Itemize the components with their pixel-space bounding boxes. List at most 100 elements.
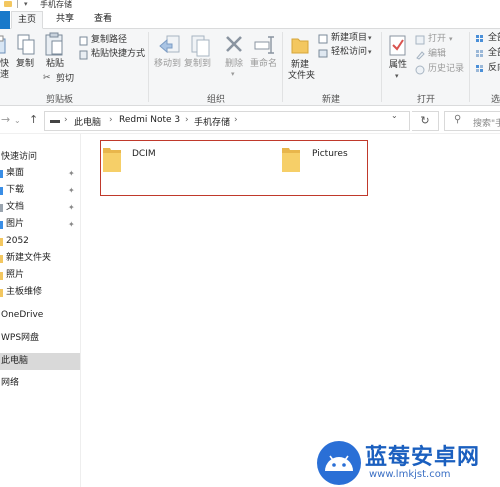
group-label-new: 新建 [322, 95, 341, 105]
window-title: 手机存储 [40, 0, 72, 9]
folder-name: DCIM [132, 149, 156, 159]
folder-item-dcim[interactable]: DCIM [102, 145, 262, 177]
delete-x-icon [226, 36, 242, 52]
new-item-icon [318, 34, 328, 44]
folder-icon [282, 148, 300, 172]
breadcrumb-this-pc[interactable]: 此电脑 [74, 115, 101, 128]
folder-icon [0, 272, 3, 280]
copy-icon [17, 34, 35, 55]
group-label-open: 打开 [417, 95, 436, 105]
tab-share[interactable]: 共享 [54, 11, 76, 29]
sidebar-item-pictures[interactable]: 图片 ✦ [0, 216, 80, 233]
pin-icon[interactable]: ✦ [68, 182, 75, 199]
breadcrumb-chevron-icon[interactable]: › [64, 115, 68, 125]
folder-icon [4, 1, 12, 7]
sidebar-item-onedrive[interactable]: OneDrive [0, 307, 80, 324]
group-label-clipboard: 剪贴板 [46, 95, 74, 105]
breadcrumb-chevron-icon[interactable]: › [185, 115, 189, 125]
pin-icon [0, 35, 6, 54]
chevron-down-icon: ▾ [395, 72, 399, 80]
invert-selection-icon [476, 65, 483, 72]
easy-access-icon [318, 49, 328, 58]
breadcrumb-phone-storage[interactable]: 手机存储 [194, 115, 230, 128]
copy-path-icon [79, 36, 88, 46]
android-logo-icon [317, 441, 361, 485]
address-row: → ⌄ ↑ › 此电脑 › Redmi Note 3 › 手机存储 › ⌄ ↻ … [0, 107, 500, 134]
refresh-button[interactable]: ↻ [412, 111, 439, 131]
breadcrumb-chevron-icon[interactable]: › [109, 115, 113, 125]
scissors-icon: ✂ [43, 73, 51, 83]
chevron-down-icon: ▾ [231, 70, 235, 78]
history-icon [415, 65, 425, 75]
group-label-organize: 组织 [207, 95, 226, 105]
folder-icon [0, 238, 3, 246]
tab-file[interactable] [0, 11, 10, 29]
folder-name: Pictures [312, 149, 348, 159]
up-arrow-icon[interactable]: ↑ [29, 114, 38, 126]
rename-icon [254, 36, 274, 54]
title-bar: | ▾ 手机存储 [0, 0, 500, 10]
ribbon-divider [381, 32, 382, 102]
folder-icon [103, 148, 121, 172]
chevron-down-icon: ▾ [368, 48, 372, 56]
breadcrumb-redmi-note-3[interactable]: Redmi Note 3 [119, 115, 180, 125]
tab-view[interactable]: 查看 [92, 11, 114, 29]
sidebar-item-documents[interactable]: 文档 ✦ [0, 199, 80, 216]
watermark-brand: 蓝莓安卓网 [365, 445, 481, 470]
sidebar-item-downloads[interactable]: 下载 ✦ [0, 182, 80, 199]
group-label-select: 选 [491, 95, 500, 105]
document-icon [0, 204, 3, 212]
folder-item-pictures[interactable]: Pictures [281, 145, 366, 177]
address-bar[interactable]: › 此电脑 › Redmi Note 3 › 手机存储 › [44, 111, 410, 131]
chevron-down-icon: ▾ [368, 34, 372, 42]
ribbon-divider [469, 32, 470, 102]
new-folder-icon [291, 38, 309, 54]
sidebar-item-2052[interactable]: 2052 [0, 233, 80, 250]
paste-icon [45, 32, 63, 56]
sidebar-item-quick-access[interactable]: 快速访问 [0, 149, 80, 166]
pin-icon[interactable]: ✦ [68, 199, 75, 216]
breadcrumb-chevron-icon[interactable]: › [234, 115, 238, 125]
forward-arrow-icon[interactable]: → [1, 114, 10, 126]
download-icon [0, 187, 3, 195]
folder-icon [0, 289, 3, 297]
pin-icon[interactable]: ✦ [68, 216, 75, 233]
ribbon-tabs: 主页 共享 查看 [0, 10, 500, 29]
search-icon: ⚲ [454, 114, 462, 125]
pin-icon[interactable]: ✦ [68, 165, 75, 182]
search-input[interactable]: ⚲ 搜索"手 [444, 111, 500, 131]
tab-home[interactable]: 主页 [11, 11, 43, 29]
chevron-down-icon[interactable]: ▾ [24, 0, 28, 8]
select-none-icon [476, 50, 483, 57]
refresh-icon: ↻ [420, 114, 430, 127]
search-placeholder: 搜索"手 [473, 119, 500, 129]
ribbon: 快 速 复制 粘贴 复制路径 粘贴快捷方式 ✂ 剪切 剪贴板 移动到 复制到 删… [0, 29, 500, 106]
desktop-icon [0, 170, 3, 178]
open-icon [415, 35, 425, 45]
sidebar-item-photos[interactable]: 照片 [0, 267, 80, 284]
watermark-url: www.lmkjst.com [369, 469, 451, 480]
watermark: 蓝莓安卓网 www.lmkjst.com [315, 437, 500, 487]
paste-shortcut-icon [79, 50, 88, 60]
edit-icon [416, 51, 425, 60]
device-icon [50, 120, 60, 123]
address-dropdown-icon[interactable]: ⌄ [391, 111, 398, 120]
move-to-icon [159, 35, 180, 54]
sidebar-item-desktop[interactable]: 桌面 ✦ [0, 165, 80, 182]
sidebar-item-board-repair[interactable]: 主板维修 [0, 284, 80, 301]
copy-to-icon [191, 35, 210, 57]
chevron-down-icon[interactable]: ⌄ [14, 115, 21, 127]
select-all-icon [476, 35, 483, 42]
sidebar-item-wps-cloud[interactable]: WPS网盘 [0, 330, 80, 347]
properties-check-icon [389, 35, 406, 56]
chevron-down-icon: ▾ [449, 35, 453, 43]
quick-access-separator: | [16, 0, 19, 8]
picture-icon [0, 221, 3, 229]
sidebar-item-new-folder[interactable]: 新建文件夹 [0, 250, 80, 267]
sidebar-item-this-pc[interactable]: 此电脑 [0, 353, 80, 370]
navigation-pane: 快速访问 桌面 ✦ 下载 ✦ 文档 ✦ 图片 ✦ 2052 新建文件夹 照片 主… [0, 134, 81, 487]
folder-icon [0, 255, 3, 263]
ribbon-divider [282, 32, 283, 102]
sidebar-item-network[interactable]: 网络 [0, 375, 80, 392]
ribbon-divider [148, 32, 149, 102]
